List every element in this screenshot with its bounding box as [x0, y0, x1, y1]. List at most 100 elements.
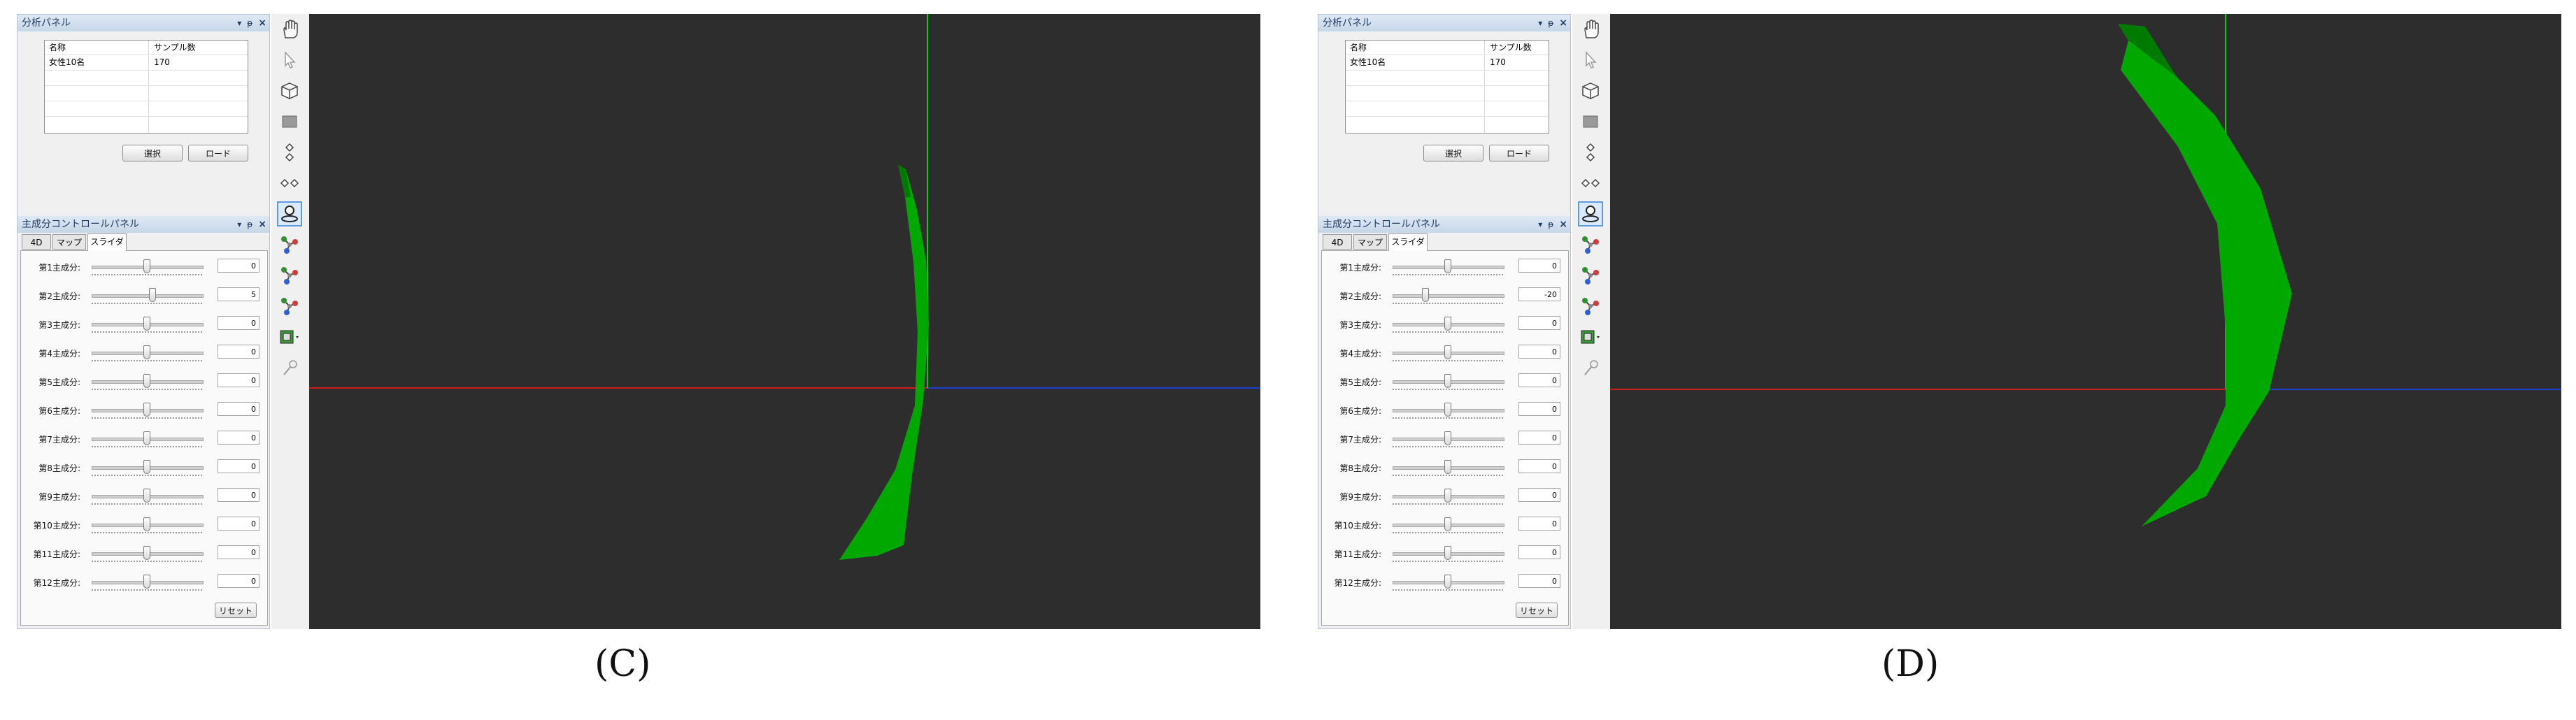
close-icon[interactable]: ×: [258, 17, 266, 29]
slider-thumb[interactable]: [1444, 460, 1451, 474]
panel-menu-icon[interactable]: ▾: [237, 18, 241, 28]
close-icon[interactable]: ×: [1559, 219, 1567, 230]
slider-thumb[interactable]: [1444, 489, 1451, 503]
table-cell-name[interactable]: 女性10名: [45, 55, 85, 69]
pin-icon[interactable]: [277, 355, 302, 380]
slider-thumb[interactable]: [143, 345, 150, 359]
tab-4d[interactable]: 4D: [22, 234, 51, 250]
square-icon[interactable]: [277, 109, 302, 134]
slider-value-input[interactable]: 0: [1518, 345, 1560, 359]
slider-thumb[interactable]: [143, 517, 150, 531]
slider-value-input[interactable]: 0: [1518, 488, 1560, 502]
slider-thumb[interactable]: [1422, 288, 1430, 302]
pin-icon[interactable]: ᵽ: [247, 18, 252, 28]
tab-slider[interactable]: スライダ: [87, 233, 127, 251]
slider-value-input[interactable]: 0: [218, 402, 259, 416]
slider-thumb[interactable]: [1444, 431, 1451, 445]
slider-thumb[interactable]: [148, 288, 156, 302]
panel-menu-icon[interactable]: ▾: [1538, 18, 1542, 28]
slider-thumb[interactable]: [143, 259, 150, 273]
slider-value-input[interactable]: -20: [1518, 287, 1560, 301]
molecule-icon[interactable]: [1578, 263, 1603, 288]
3d-viewport[interactable]: [1610, 14, 2561, 629]
load-button[interactable]: ロード: [1489, 145, 1549, 161]
cube-icon[interactable]: [277, 78, 302, 103]
tab-slider[interactable]: スライダ: [1388, 233, 1428, 251]
table-cell-name[interactable]: 女性10名: [1346, 55, 1386, 69]
slider-thumb[interactable]: [1444, 517, 1451, 531]
slider-value-input[interactable]: 0: [218, 545, 259, 559]
slider-value-input[interactable]: 0: [1518, 517, 1560, 531]
panel-menu-icon[interactable]: ▾: [237, 219, 241, 229]
slider-value-input[interactable]: 0: [1518, 459, 1560, 473]
panel-menu-icon[interactable]: ▾: [1538, 219, 1542, 229]
slider-thumb[interactable]: [1444, 317, 1451, 331]
molecule-icon[interactable]: [277, 232, 302, 257]
layers-icon[interactable]: [277, 324, 302, 350]
slider-value-input[interactable]: 0: [218, 517, 259, 531]
slider-thumb[interactable]: [143, 431, 150, 445]
horizontal-nodes-icon[interactable]: [1578, 171, 1603, 196]
head-profile-icon[interactable]: [1578, 201, 1603, 226]
slider-value-input[interactable]: 0: [1518, 574, 1560, 588]
pointer-icon[interactable]: [277, 48, 302, 73]
head-profile-icon[interactable]: [277, 201, 302, 226]
tab-map[interactable]: マップ: [52, 234, 86, 250]
slider-thumb[interactable]: [143, 546, 150, 560]
slider-value-input[interactable]: 5: [218, 287, 259, 301]
slider-value-input[interactable]: 0: [1518, 431, 1560, 445]
slider-value-input[interactable]: 0: [218, 259, 259, 273]
pin-icon[interactable]: ᵽ: [247, 219, 252, 229]
pin-icon[interactable]: ᵽ: [1548, 219, 1553, 229]
slider-value-input[interactable]: 0: [1518, 545, 1560, 559]
slider-value-input[interactable]: 0: [218, 488, 259, 502]
slider-track[interactable]: [92, 294, 204, 298]
table-cell-sample-count[interactable]: 170: [1486, 55, 1506, 69]
slider-value-input[interactable]: 0: [218, 431, 259, 445]
reset-button[interactable]: リセット: [1516, 603, 1558, 618]
slider-thumb[interactable]: [143, 317, 150, 331]
pointer-icon[interactable]: [1578, 48, 1603, 73]
slider-thumb[interactable]: [1444, 345, 1451, 359]
close-icon[interactable]: ×: [258, 219, 266, 230]
molecule-icon[interactable]: [1578, 232, 1603, 257]
vertical-nodes-icon[interactable]: [277, 140, 302, 165]
select-button[interactable]: 選択: [1423, 145, 1483, 161]
table-cell-sample-count[interactable]: 170: [150, 55, 170, 69]
load-button[interactable]: ロード: [188, 145, 248, 161]
slider-thumb[interactable]: [143, 575, 150, 589]
close-icon[interactable]: ×: [1559, 17, 1567, 29]
tab-map[interactable]: マップ: [1353, 234, 1387, 250]
molecule-icon[interactable]: [277, 294, 302, 319]
layers-icon[interactable]: [1578, 324, 1603, 350]
slider-thumb[interactable]: [1444, 546, 1451, 560]
horizontal-nodes-icon[interactable]: [277, 171, 302, 196]
slider-value-input[interactable]: 0: [218, 316, 259, 330]
slider-value-input[interactable]: 0: [1518, 402, 1560, 416]
slider-value-input[interactable]: 0: [1518, 259, 1560, 273]
vertical-nodes-icon[interactable]: [1578, 140, 1603, 165]
tab-4d[interactable]: 4D: [1323, 234, 1352, 250]
pin-icon[interactable]: ᵽ: [1548, 18, 1553, 28]
select-button[interactable]: 選択: [122, 145, 183, 161]
hand-icon[interactable]: [277, 17, 302, 42]
slider-track[interactable]: [1393, 294, 1504, 298]
cube-icon[interactable]: [1578, 78, 1603, 103]
slider-value-input[interactable]: 0: [1518, 373, 1560, 387]
3d-viewport[interactable]: [309, 14, 1260, 629]
slider-value-input[interactable]: 0: [218, 373, 259, 387]
slider-thumb[interactable]: [143, 489, 150, 503]
square-icon[interactable]: [1578, 109, 1603, 134]
reset-button[interactable]: リセット: [215, 603, 257, 618]
slider-thumb[interactable]: [1444, 374, 1451, 388]
slider-thumb[interactable]: [1444, 403, 1451, 417]
slider-thumb[interactable]: [143, 374, 150, 388]
slider-thumb[interactable]: [1444, 259, 1451, 273]
molecule-icon[interactable]: [277, 263, 302, 288]
pin-icon[interactable]: [1578, 355, 1603, 380]
slider-thumb[interactable]: [1444, 575, 1451, 589]
slider-value-input[interactable]: 0: [218, 345, 259, 359]
dataset-table[interactable]: 名称 サンプル数 女性10名 170: [1345, 40, 1549, 134]
hand-icon[interactable]: [1578, 17, 1603, 42]
slider-value-input[interactable]: 0: [218, 574, 259, 588]
